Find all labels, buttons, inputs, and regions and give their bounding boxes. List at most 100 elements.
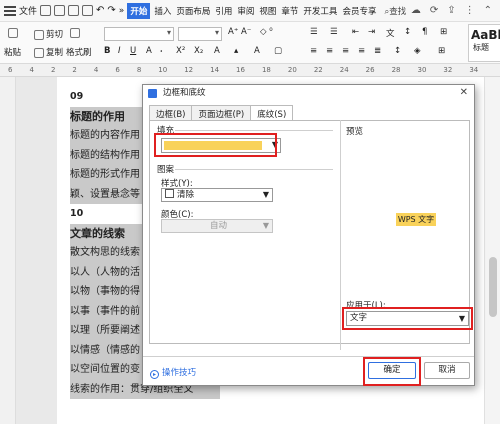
ruler-tick: 10: [158, 66, 168, 74]
indent-increase-icon[interactable]: ⇥: [368, 27, 375, 37]
ruler-tick: 14: [210, 66, 220, 74]
dialog-titlebar[interactable]: 边框和底纹 ✕: [143, 85, 474, 101]
italic-icon[interactable]: I: [118, 46, 121, 56]
paste-icon[interactable]: [8, 28, 20, 39]
para-settings-icon[interactable]: ⊞: [440, 27, 447, 37]
tab-shading[interactable]: 底纹(S): [250, 105, 294, 121]
tab-page-layout[interactable]: 页面布局: [175, 3, 211, 19]
numbering-icon[interactable]: ☰: [330, 27, 338, 37]
ruler-tick: 30: [417, 66, 427, 74]
pattern-style-dropdown[interactable]: 清除 ▼: [161, 188, 273, 202]
ruler-tick: 2: [50, 66, 56, 74]
borders-icon[interactable]: ⊞: [438, 46, 445, 56]
strikethrough-icon[interactable]: ꞏ: [160, 46, 163, 57]
cancel-button[interactable]: 取消: [424, 362, 470, 379]
distribute-icon[interactable]: ≣: [374, 46, 381, 56]
grow-font-icon[interactable]: A⁺ A⁻: [228, 27, 251, 37]
share-icon[interactable]: ⇪: [447, 5, 455, 16]
tab-review[interactable]: 审阅: [236, 3, 255, 19]
tab-view[interactable]: 视图: [258, 3, 277, 19]
char-border-icon[interactable]: ▢: [274, 46, 282, 56]
paste-button[interactable]: 粘贴: [4, 46, 21, 58]
ruler-tick: 34: [469, 66, 479, 74]
font-color-alt-icon[interactable]: A: [146, 46, 152, 56]
tab-member[interactable]: 会员专享: [341, 3, 377, 19]
divider: [143, 356, 474, 357]
scrollbar-thumb[interactable]: [489, 257, 497, 317]
format-painter-button[interactable]: 格式刷: [66, 46, 92, 58]
chinese-layout-icon[interactable]: 文: [386, 27, 395, 39]
align-right-icon[interactable]: ≡: [342, 46, 349, 56]
clear-format-icon[interactable]: ◇ ⁰: [260, 27, 273, 37]
more-menu-icon[interactable]: ⋮: [465, 5, 475, 16]
menu-icon[interactable]: [4, 5, 16, 16]
chevron-down-icon: ▼: [262, 221, 269, 230]
file-menu[interactable]: 文件: [19, 4, 37, 17]
tab-borders[interactable]: 边框(B): [149, 105, 193, 120]
cut-label: 剪切: [46, 30, 64, 40]
tab-insert[interactable]: 插入: [153, 3, 172, 19]
format-painter-icon[interactable]: [70, 28, 82, 39]
pattern-color-value: 自动: [209, 221, 227, 231]
print-icon[interactable]: [68, 5, 80, 16]
bullets-icon[interactable]: ☰: [310, 27, 318, 37]
highlight-box-apply: [342, 307, 473, 330]
font-color-icon[interactable]: A: [214, 46, 220, 56]
export-pdf-icon[interactable]: [54, 5, 66, 16]
ruler-tick: 8: [136, 66, 142, 74]
highlight-icon[interactable]: ▴: [234, 46, 238, 56]
ruler-tick: 4: [29, 66, 34, 74]
ruler-tick: 26: [365, 66, 375, 74]
tab-references[interactable]: 引用: [214, 3, 233, 19]
align-center-icon[interactable]: ≡: [326, 46, 333, 56]
sync-icon[interactable]: ⟳: [430, 5, 438, 16]
highlight-box-ok: [363, 357, 421, 386]
dialog-tabs: 边框(B) 页面边框(P) 底纹(S): [149, 105, 294, 121]
horizontal-ruler[interactable]: 6 4 2 2 4 6 8 10 12 14 16 18 20 22 24 26…: [0, 64, 500, 77]
save-icon[interactable]: [40, 5, 52, 16]
redo-icon[interactable]: ↷: [107, 5, 115, 16]
font-family-select[interactable]: [104, 27, 174, 41]
justify-icon[interactable]: ≡: [358, 46, 365, 56]
cloud-icon[interactable]: ☁: [411, 5, 421, 16]
vertical-scrollbar[interactable]: [484, 77, 500, 424]
close-icon[interactable]: ✕: [460, 85, 468, 101]
print-preview-icon[interactable]: [82, 5, 94, 16]
undo-icon[interactable]: ↶: [96, 5, 104, 16]
copy-button[interactable]: 复制: [34, 46, 63, 58]
superscript-icon[interactable]: X²: [176, 46, 185, 56]
pattern-color-dropdown[interactable]: 自动 ▼: [161, 219, 273, 233]
play-icon: ▸: [150, 370, 159, 379]
subscript-icon[interactable]: X₂: [194, 46, 203, 56]
bold-icon[interactable]: B: [104, 46, 110, 56]
tab-page-border[interactable]: 页面边框(P): [191, 105, 252, 120]
underline-icon[interactable]: U: [130, 46, 136, 56]
cut-button[interactable]: 剪切: [34, 28, 63, 40]
tab-home[interactable]: 开始: [127, 2, 151, 19]
vertical-ruler[interactable]: [0, 77, 16, 424]
tab-developer[interactable]: 开发工具: [302, 3, 338, 19]
ruler-tick: 28: [391, 66, 401, 74]
ruler-tick: 24: [339, 66, 349, 74]
tab-section[interactable]: 章节: [280, 3, 299, 19]
collapse-icon[interactable]: ⌃: [484, 5, 492, 16]
ruler-tick: 2: [72, 66, 77, 74]
show-marks-icon[interactable]: ¶: [422, 27, 427, 37]
ruler-tick: 16: [236, 66, 245, 74]
line-spacing-icon[interactable]: ↕: [394, 46, 401, 56]
shading-icon[interactable]: ◈: [414, 46, 421, 56]
align-left-icon[interactable]: ≡: [310, 46, 317, 56]
more-icon[interactable]: »: [119, 6, 125, 16]
divider: [175, 130, 333, 131]
app-icon: [148, 89, 157, 98]
indent-decrease-icon[interactable]: ⇤: [352, 27, 359, 37]
style-sample: AaBl: [471, 28, 500, 42]
tips-link[interactable]: ▸ 操作技巧: [150, 366, 196, 379]
search-box[interactable]: ⌕查找: [384, 5, 406, 17]
sort-icon[interactable]: ↕: [404, 27, 411, 37]
style-gallery[interactable]: AaBl 标题: [468, 24, 500, 62]
chevron-down-icon: ▼: [262, 190, 269, 199]
text-color-icon[interactable]: A: [254, 46, 260, 56]
font-size-select[interactable]: [178, 27, 222, 41]
pattern-clear-icon: [165, 189, 174, 198]
